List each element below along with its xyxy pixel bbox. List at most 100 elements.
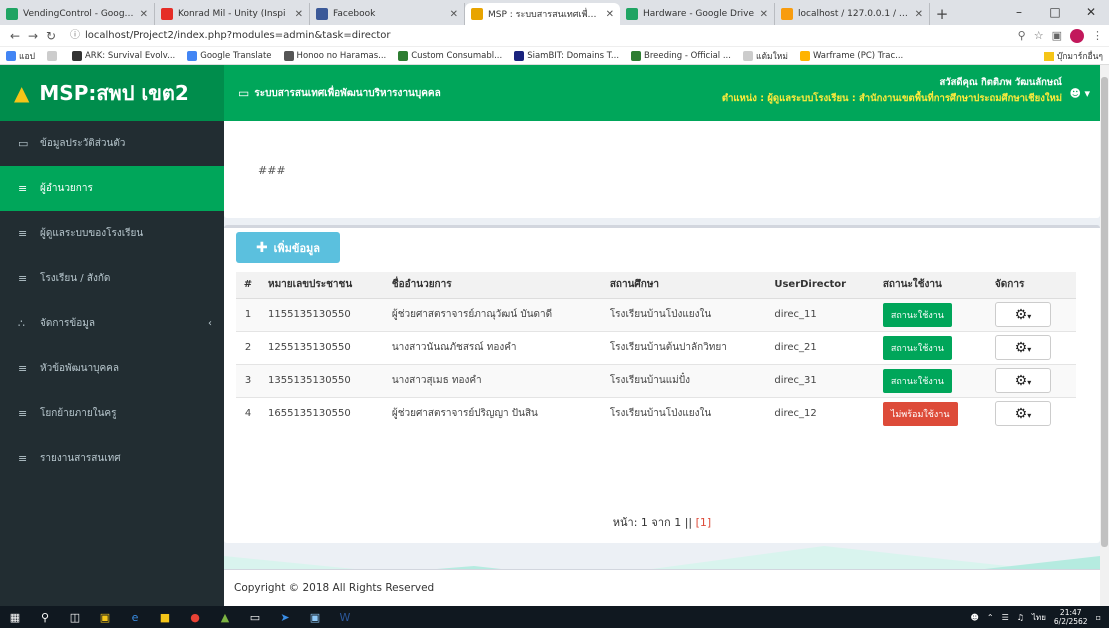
new-tab-icon[interactable]: + — [930, 3, 954, 25]
windows-start-icon[interactable]: ▦ — [0, 606, 30, 628]
explorer-icon[interactable]: ■ — [150, 606, 180, 628]
table-row: 4 1655135130550 ผู้ช่วยศาสตราจารย์ปริญญา ป… — [236, 396, 1076, 430]
back-icon[interactable]: ← — [6, 29, 24, 43]
clock[interactable]: 21:47 6/2/2562 — [1054, 608, 1088, 626]
bookmark-favicon-icon — [631, 50, 642, 61]
browser-tab[interactable]: Hardware - Google Drive ✕ — [620, 3, 775, 25]
app-icon[interactable]: ▲ — [210, 606, 240, 628]
user-info: สวัสดีคุณ กิตติภพ วัฒนลักษณ์ ตำแหน่ง : ผ… — [722, 75, 1062, 107]
bookmark-item[interactable]: ARK: Survival Evolv... — [71, 50, 175, 61]
star-icon[interactable]: ☆ — [1034, 29, 1044, 42]
clock-date: 6/2/2562 — [1053, 617, 1088, 626]
browser-tab[interactable]: Konrad Mil - Unity (Inspi ✕ — [155, 3, 310, 25]
forward-icon[interactable]: → — [24, 29, 42, 43]
chrome-icon[interactable]: ● — [180, 606, 210, 628]
tab-close-icon[interactable]: ✕ — [450, 9, 458, 20]
user-menu-button[interactable]: ☻ ▾ — [1070, 87, 1091, 100]
word-icon[interactable]: W — [330, 606, 360, 628]
scrollbar-thumb[interactable] — [1101, 77, 1108, 547]
network-icon[interactable]: ☰ — [1002, 613, 1009, 622]
url-input[interactable]: ⓘ localhost/Project2/index.php?modules=ad… — [64, 27, 1018, 45]
bookmark-item[interactable]: Custom Consumabl... — [398, 50, 502, 61]
manage-dropdown-button[interactable]: ⚙▾ — [994, 302, 1051, 327]
status-badge[interactable]: ไม่พร้อมใช้งาน — [882, 401, 958, 426]
folder-icon — [1043, 51, 1054, 61]
brand[interactable]: ▲ MSP:สพป เขต2 — [0, 65, 224, 121]
page-scrollbar[interactable] — [1100, 65, 1109, 606]
vscode-icon[interactable]: ➤ — [270, 606, 300, 628]
app-header: ▲ MSP:สพป เขต2 ▭ ระบบสารสนเทศเพื่อพัฒนาบ… — [0, 65, 1100, 121]
caret-down-icon: ▾ — [1084, 87, 1090, 100]
tab-title: Konrad Mil - Unity (Inspi — [178, 9, 286, 19]
status-cell: ไม่พร้อมใช้งาน — [874, 396, 987, 430]
browser-tab[interactable]: Facebook ✕ — [310, 3, 465, 25]
bookmark-item[interactable]: Honoo no Haramas... — [283, 50, 386, 61]
task-view-icon[interactable]: ◫ — [60, 606, 90, 628]
bookmark-item[interactable]: Breeding - Official ... — [631, 50, 731, 61]
bookmark-item[interactable]: แอป — [6, 49, 35, 63]
search-icon[interactable]: ⚲ — [30, 606, 60, 628]
tab-close-icon[interactable]: ✕ — [915, 9, 923, 20]
browser-tab[interactable]: MSP : ระบบสารสนเทศเพื่อพัฒนา ✕ — [465, 3, 620, 25]
add-data-button[interactable]: ✚ เพิ่มข้อมูล — [236, 232, 340, 263]
bookmark-item[interactable]: แต้มใหม่ — [742, 49, 788, 63]
status-badge[interactable]: สถานะใช้งาน — [882, 368, 952, 393]
photos-icon[interactable]: ▣ — [300, 606, 330, 628]
tab-close-icon[interactable]: ✕ — [295, 9, 303, 20]
list-icon: ≡ — [18, 227, 28, 240]
sidebar-item[interactable]: ≡ หัวข้อพัฒนาบุคคล — [0, 346, 224, 391]
language-indicator[interactable]: ไทย — [1032, 611, 1046, 624]
manage-dropdown-button[interactable]: ⚙▾ — [994, 335, 1051, 360]
sidebar-item[interactable]: ≡ โยกย้ายภายในครู — [0, 391, 224, 436]
bookmark-item[interactable]: Google Translate — [187, 50, 272, 61]
menu-dots-icon[interactable]: ⋮ — [1092, 29, 1103, 42]
sidebar-item[interactable]: ∴ จัดการข้อมูล ‹ — [0, 301, 224, 346]
maximize-icon[interactable]: □ — [1037, 0, 1073, 25]
reload-icon[interactable]: ↻ — [42, 29, 60, 43]
caret-down-icon: ▾ — [1027, 378, 1032, 387]
sidebar-item[interactable]: ≡ ผู้ดูแลระบบของโรงเรียน — [0, 211, 224, 256]
manage-dropdown-button[interactable]: ⚙▾ — [994, 401, 1051, 427]
volume-icon[interactable]: ♫ — [1017, 613, 1024, 622]
notification-icon[interactable]: ▫ — [1096, 613, 1101, 622]
status-badge[interactable]: สถานะใช้งาน — [882, 302, 952, 327]
store-icon[interactable]: ▣ — [90, 606, 120, 628]
other-bookmarks[interactable]: บุ๊กมาร์กอื่นๆ — [1043, 49, 1103, 63]
people-icon[interactable]: ☻ — [971, 613, 979, 622]
sidebar-item[interactable]: ▭ ข้อมูลประวัติส่วนตัว — [0, 121, 224, 166]
minimize-icon[interactable]: – — [1001, 0, 1037, 25]
tab-close-icon[interactable]: ✕ — [760, 9, 768, 20]
profile-avatar[interactable] — [1070, 28, 1084, 43]
tray-chevron-icon[interactable]: ⌃ — [987, 613, 994, 622]
sidebar-item[interactable]: ≡ โรงเรียน / สังกัด — [0, 256, 224, 301]
bookmark-favicon-icon — [6, 50, 16, 61]
tab-favicon-icon — [781, 8, 793, 20]
tab-title: localhost / 127.0.0.1 / projec — [798, 9, 911, 19]
tab-favicon-icon — [471, 8, 483, 20]
status-badge[interactable]: สถานะใช้งาน — [882, 335, 952, 360]
page-link-1[interactable]: [1] — [696, 516, 712, 529]
edge-icon[interactable]: e — [120, 606, 150, 628]
manage-dropdown-button[interactable]: ⚙▾ — [994, 368, 1051, 393]
tab-close-icon[interactable]: ✕ — [606, 9, 614, 20]
sidebar-item[interactable]: ≡ ผู้อำนวยการ — [0, 166, 224, 211]
table-header-cell: จัดการ — [986, 272, 1076, 299]
browser-tab[interactable]: VendingControl - Google Dri ✕ — [0, 3, 155, 25]
pagination-text: หน้า: 1 จาก 1 || — [612, 516, 693, 529]
table-header-row: # หมายเลขประชาชน ชื่ออำนวยการ สถานศึกษา User… — [236, 272, 1076, 299]
bookmark-item[interactable]: SiamBIT: Domains T... — [514, 50, 619, 61]
taskbar: ▦ ⚲ ◫ ▣ e ■ ● ▲ ▭ ➤ ▣ W ☻ ⌃ ☰ ♫ ไทย 21:4… — [0, 606, 1109, 628]
info-icon[interactable]: ⓘ — [70, 30, 80, 41]
extension-icon[interactable]: ▣ — [1052, 29, 1062, 42]
bookmark-item[interactable] — [46, 50, 60, 61]
window-icon[interactable]: ▭ — [240, 606, 270, 628]
browser-tab[interactable]: localhost / 127.0.0.1 / projec ✕ — [775, 3, 930, 25]
status-cell: สถานะใช้งาน — [874, 297, 987, 331]
bookmark-item[interactable]: Warframe (PC) Trac... — [799, 50, 903, 61]
url-text: localhost/Project2/index.php?modules=adm… — [85, 29, 391, 41]
sidebar-item[interactable]: ≡ รายงานสารสนเทศ — [0, 436, 224, 481]
close-window-icon[interactable]: ✕ — [1073, 0, 1109, 25]
tab-close-icon[interactable]: ✕ — [140, 9, 148, 20]
caret-down-icon: ▾ — [1027, 312, 1032, 321]
zoom-icon[interactable]: ⚲ — [1018, 29, 1026, 42]
